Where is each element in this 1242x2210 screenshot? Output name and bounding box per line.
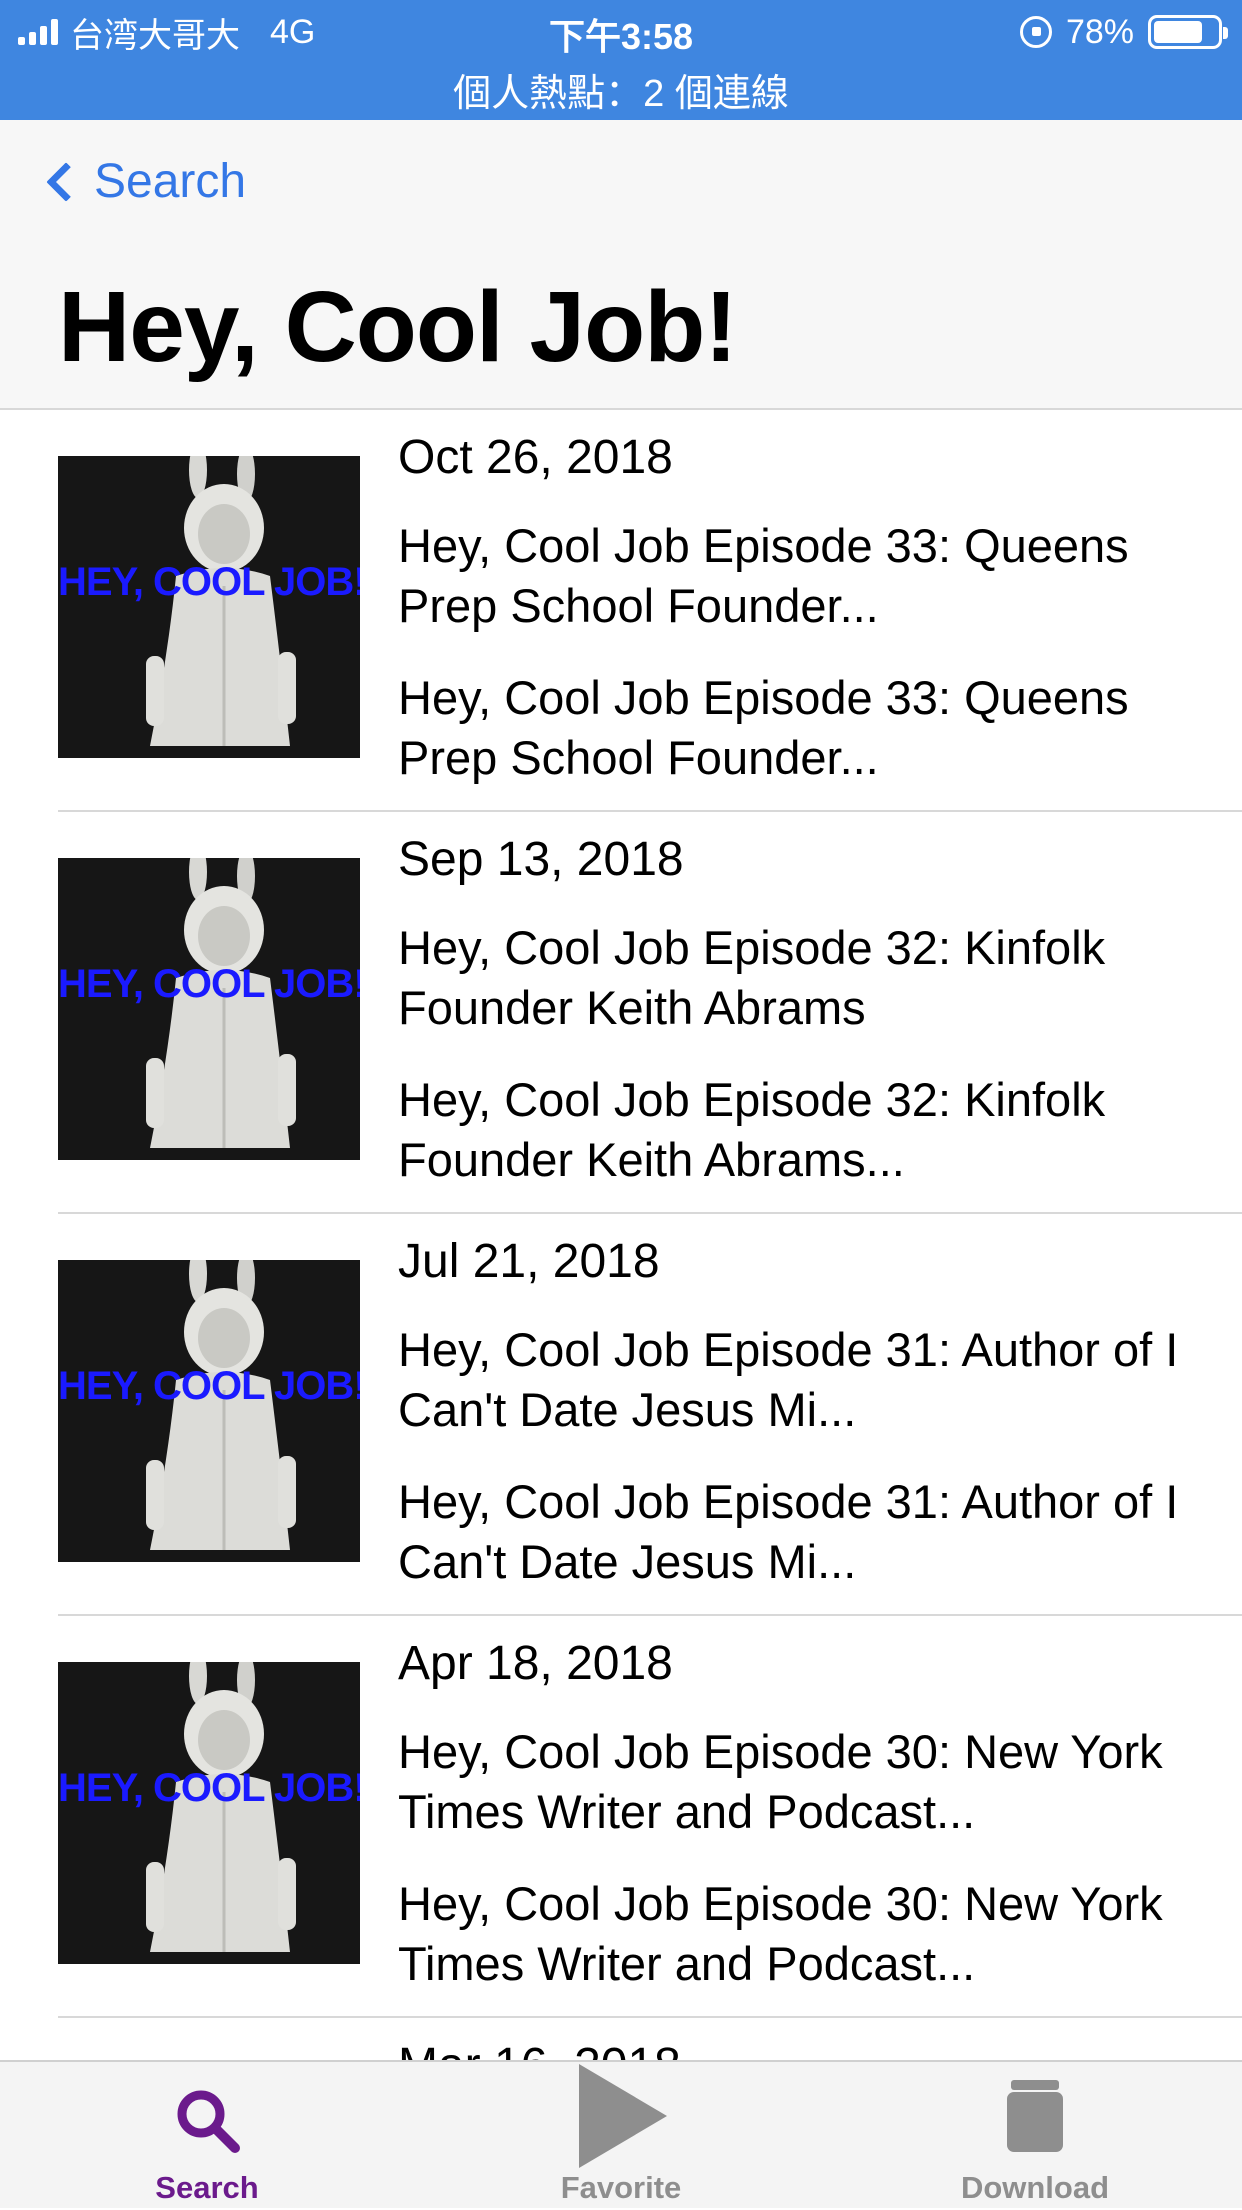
episode-title: Hey, Cool Job Episode 33: Queens Prep Sc…: [398, 519, 1129, 632]
rotation-lock-icon: [1019, 16, 1052, 48]
hotspot-banner[interactable]: 個人熱點：2 個連線: [0, 62, 1242, 117]
episode-description: Hey, Cool Job Episode 33: Queens Prep Sc…: [398, 671, 1129, 784]
episode-date: Oct 26, 2018: [398, 431, 673, 484]
episode-thumbnail: HEY, COOL JOB!: [58, 456, 360, 758]
episode-title: Hey, Cool Job Episode 31: Author of I Ca…: [398, 1323, 1179, 1436]
thumbnail-figure: [58, 1260, 360, 1562]
episode-date: Sep 13, 2018: [398, 833, 684, 886]
back-label: Search: [94, 155, 247, 208]
episode-info: Apr 18, 2018 Hey, Cool Job Episode 30: N…: [398, 1636, 1198, 1994]
episode-info: Oct 26, 2018 Hey, Cool Job Episode 33: Q…: [398, 430, 1198, 788]
navigation-bar: Search Hey, Cool Job!: [0, 120, 1242, 410]
download-jar-icon: [1007, 2080, 1063, 2152]
episode-description: Hey, Cool Job Episode 31: Author of I Ca…: [398, 1475, 1179, 1588]
battery-percent: 78%: [1065, 12, 1134, 51]
tab-favorite[interactable]: Favorite: [414, 2062, 828, 2210]
episode-date: Apr 18, 2018: [398, 1637, 673, 1690]
episode-info: Jul 21, 2018 Hey, Cool Job Episode 31: A…: [398, 1234, 1198, 1592]
play-icon: [579, 2064, 667, 2168]
tab-download-label: Download: [960, 2170, 1110, 2205]
episode-title: Hey, Cool Job Episode 30: New York Times…: [398, 1725, 1163, 1838]
battery-fill: [1154, 21, 1203, 43]
episode-list[interactable]: HEY, COOL JOB! Oct 26, 2018 Hey, Cool Jo…: [0, 410, 1242, 2060]
tab-search[interactable]: Search: [0, 2062, 414, 2210]
back-button[interactable]: Search: [38, 154, 246, 209]
thumbnail-figure: [58, 1662, 360, 1964]
episode-description: Hey, Cool Job Episode 32: Kinfolk Founde…: [398, 1073, 1106, 1186]
tab-search-label: Search: [155, 2170, 259, 2205]
episode-thumbnail: HEY, COOL JOB!: [58, 1260, 360, 1562]
status-bar: 台湾大哥大 4G 下午3:58 78% 個人熱點：2 個連線: [0, 0, 1242, 120]
episode-date: Mar 16, 2018: [398, 2038, 681, 2060]
thumbnail-figure: [58, 456, 360, 758]
thumbnail-logo-text: HEY, COOL JOB!: [58, 962, 360, 1006]
episode-info: Sep 13, 2018 Hey, Cool Job Episode 32: K…: [398, 832, 1198, 1190]
search-icon: [177, 2090, 240, 2153]
episode-row[interactable]: HEY, COOL JOB! Oct 26, 2018 Hey, Cool Jo…: [0, 410, 1242, 812]
episode-row-partial[interactable]: Mar 16, 2018: [0, 2018, 1242, 2060]
thumbnail-logo-text: HEY, COOL JOB!: [58, 1766, 360, 1810]
thumbnail-logo-text: HEY, COOL JOB!: [58, 1364, 360, 1408]
thumbnail-logo-text: HEY, COOL JOB!: [58, 560, 360, 604]
episode-row[interactable]: HEY, COOL JOB! Apr 18, 2018 Hey, Cool Jo…: [0, 1616, 1242, 2018]
episode-date: Jul 21, 2018: [398, 1235, 660, 1288]
tab-download[interactable]: Download: [828, 2062, 1242, 2210]
episode-description: Hey, Cool Job Episode 30: New York Times…: [398, 1877, 1163, 1990]
page-title: Hey, Cool Job!: [58, 271, 738, 383]
battery-icon: [1148, 15, 1228, 49]
episode-thumbnail: HEY, COOL JOB!: [58, 1662, 360, 1964]
thumbnail-figure: [58, 858, 360, 1160]
episode-thumbnail: HEY, COOL JOB!: [58, 858, 360, 1160]
chevron-left-icon: [46, 161, 86, 202]
episode-title: Hey, Cool Job Episode 32: Kinfolk Founde…: [398, 921, 1106, 1034]
tab-bar: Search Favorite Download: [0, 2060, 1242, 2208]
episode-row[interactable]: HEY, COOL JOB! Jul 21, 2018 Hey, Cool Jo…: [0, 1214, 1242, 1616]
status-right: 78%: [1019, 10, 1228, 54]
tab-favorite-label: Favorite: [560, 2170, 682, 2205]
episode-row[interactable]: HEY, COOL JOB! Sep 13, 2018 Hey, Cool Jo…: [0, 812, 1242, 1214]
